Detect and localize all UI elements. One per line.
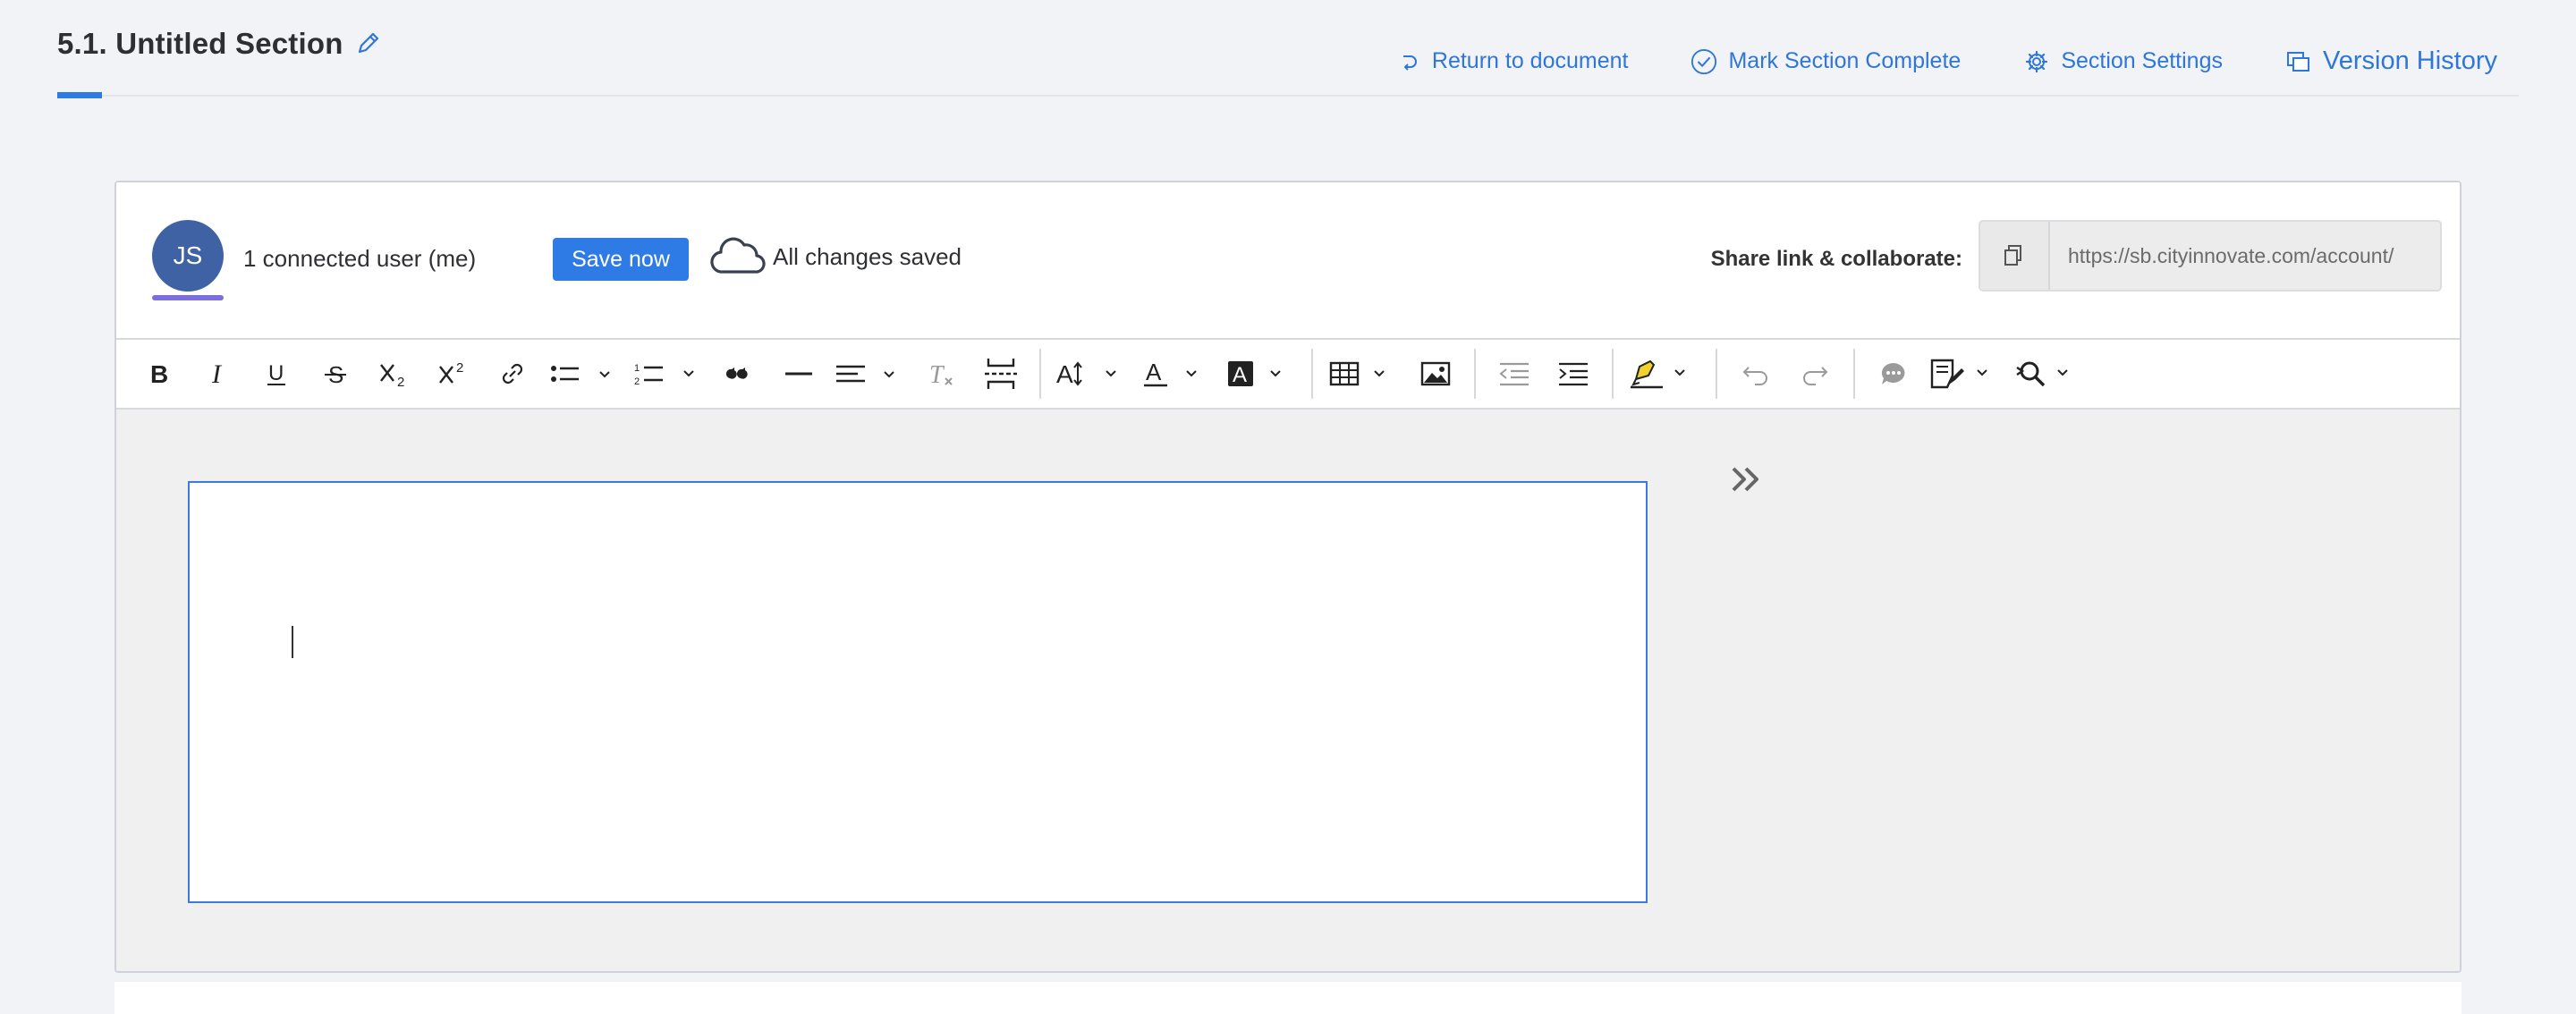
strikethrough-icon[interactable]: S <box>306 347 365 401</box>
remove-format-icon[interactable]: T <box>912 347 971 401</box>
table-icon[interactable] <box>1322 347 1406 401</box>
horizontal-line-icon[interactable] <box>769 347 828 401</box>
highlight-icon[interactable] <box>1623 347 1707 401</box>
image-icon[interactable] <box>1406 347 1465 401</box>
toolbar-separator <box>1853 349 1855 399</box>
svg-text:U: U <box>268 361 284 385</box>
align-icon[interactable] <box>828 347 912 401</box>
pencil-icon[interactable] <box>354 30 381 57</box>
connected-users-text: 1 connected user (me) <box>243 245 477 272</box>
undo-icon[interactable] <box>1726 347 1785 401</box>
svg-text:1: 1 <box>634 363 640 374</box>
avatar[interactable]: JS <box>152 220 224 292</box>
svg-text:T: T <box>929 361 945 387</box>
expand-sidebar-icon[interactable] <box>1726 461 1767 497</box>
text-caret <box>292 626 293 658</box>
share-url[interactable]: https://sb.cityinnovate.com/account/ <box>2050 222 2440 290</box>
page-title: 5.1. Untitled Section <box>57 27 343 60</box>
save-now-button[interactable]: Save now <box>553 238 689 281</box>
next-panel <box>114 982 2462 1014</box>
svg-text:2: 2 <box>456 360 463 376</box>
editor-content-area <box>116 410 2460 971</box>
svg-text:A: A <box>1056 360 1073 388</box>
superscript-icon[interactable]: 2 <box>424 347 483 401</box>
share-link-field[interactable]: https://sb.cityinnovate.com/account/ <box>1979 220 2442 292</box>
svg-text:I: I <box>211 360 223 387</box>
copy-icon[interactable] <box>1980 222 2050 290</box>
toolbar-separator <box>1039 349 1041 399</box>
svg-text:A: A <box>1146 359 1162 385</box>
active-tab-indicator <box>57 92 102 98</box>
return-icon <box>1394 48 1421 75</box>
section-header: 5.1. Untitled Section Return to document… <box>57 0 2519 98</box>
section-settings-label: Section Settings <box>2061 48 2223 73</box>
gear-icon <box>2023 48 2050 75</box>
versions-icon <box>2285 48 2312 75</box>
version-history-link[interactable]: Version History <box>2285 46 2497 76</box>
editor-page[interactable] <box>188 481 1648 903</box>
svg-text:2: 2 <box>634 376 640 387</box>
toolbar-separator <box>1716 349 1717 399</box>
toolbar-separator <box>1612 349 1614 399</box>
return-label: Return to document <box>1431 48 1629 73</box>
mark-complete-label: Mark Section Complete <box>1728 48 1962 73</box>
svg-text:A: A <box>1233 363 1247 387</box>
svg-text:B: B <box>150 360 168 387</box>
font-size-icon[interactable]: A <box>1050 347 1134 401</box>
save-status: All changes saved <box>710 236 962 277</box>
collaboration-bar: JS 1 connected user (me) Save now All ch… <box>116 182 2460 340</box>
bold-icon[interactable]: B <box>129 347 188 401</box>
track-changes-icon[interactable] <box>1923 347 2007 401</box>
editor-card: JS 1 connected user (me) Save now All ch… <box>114 181 2462 973</box>
formatting-toolbar: B I U S 2 2 12 T A A A <box>116 340 2460 410</box>
page-break-icon[interactable] <box>971 347 1030 401</box>
find-replace-icon[interactable] <box>2007 347 2091 401</box>
return-to-document-link[interactable]: Return to document <box>1394 48 1629 75</box>
header-actions: Return to document Mark Section Complete… <box>1332 46 2497 76</box>
underline-icon[interactable]: U <box>247 347 306 401</box>
version-history-label: Version History <box>2322 46 2497 75</box>
save-status-text: All changes saved <box>773 242 962 270</box>
numbered-list-icon[interactable]: 12 <box>626 347 710 401</box>
section-settings-link[interactable]: Section Settings <box>2023 48 2223 75</box>
check-circle-icon <box>1690 48 1717 75</box>
outdent-icon[interactable] <box>1485 347 1544 401</box>
redo-icon[interactable] <box>1785 347 1844 401</box>
toolbar-separator <box>1311 349 1313 399</box>
blockquote-icon[interactable] <box>710 347 769 401</box>
cloud-icon <box>710 236 766 277</box>
indent-icon[interactable] <box>1544 347 1603 401</box>
comment-icon[interactable] <box>1864 347 1923 401</box>
title-wrap: 5.1. Untitled Section <box>57 27 381 61</box>
link-icon[interactable] <box>483 347 542 401</box>
italic-icon[interactable]: I <box>188 347 247 401</box>
svg-text:2: 2 <box>397 375 404 388</box>
background-color-icon[interactable]: A <box>1218 347 1302 401</box>
mark-complete-link[interactable]: Mark Section Complete <box>1690 48 1961 75</box>
font-color-icon[interactable]: A <box>1134 347 1218 401</box>
toolbar-separator <box>1474 349 1476 399</box>
avatar-indicator <box>152 295 224 300</box>
share-label: Share link & collaborate: <box>1710 247 1962 271</box>
bulleted-list-icon[interactable] <box>542 347 626 401</box>
subscript-icon[interactable]: 2 <box>365 347 424 401</box>
